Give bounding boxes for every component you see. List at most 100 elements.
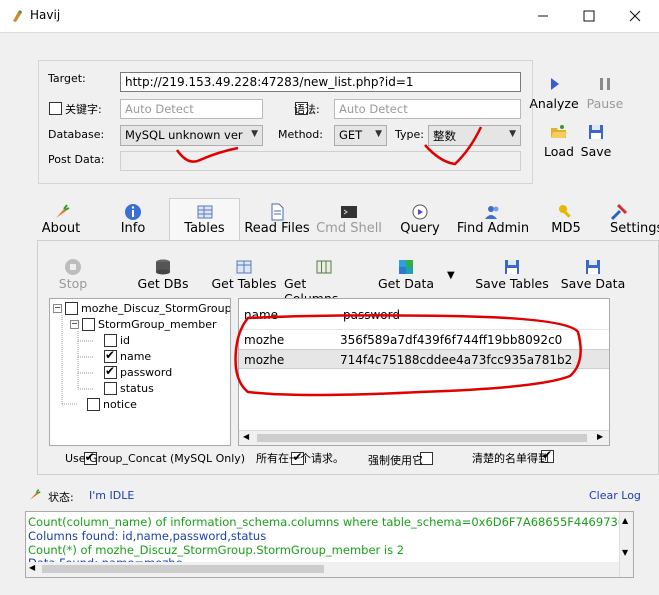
table-row[interactable]: mozhe 714f4c75188cddee4a73fcc935a781b2 [239,349,609,369]
get-tables-button[interactable]: Get Tables [208,258,280,291]
minimize-button[interactable] [520,0,566,32]
tree-node-column[interactable]: id [104,334,130,347]
tab-cmd-shell[interactable]: Cmd Shell [316,198,382,240]
tab-find-admin[interactable]: Find Admin [455,198,531,240]
collapse-icon[interactable]: − [53,304,62,313]
target-label: Target: [48,72,86,85]
tree-checkbox[interactable] [87,398,100,411]
tree-checkbox[interactable] [104,334,117,347]
maximize-button[interactable] [566,0,612,32]
tree-checkbox[interactable] [65,302,78,315]
pause-label: Pause [586,96,624,111]
get-data-dropdown-icon[interactable]: ▼ [447,270,455,281]
database-select-value: MySQL unknown ver [125,128,243,142]
analyze-label: Analyze [529,96,579,111]
tree-checkbox[interactable] [104,382,117,395]
tab-read-files-label: Read Files [244,221,310,236]
table-icon [197,205,212,219]
database-icon [156,259,170,275]
tree-node-column[interactable]: status [104,382,154,395]
tab-find-admin-label: Find Admin [456,221,530,236]
chevron-down-icon: ▼ [509,129,516,139]
main-tab-bar: About Info Tables Read Files Cmd Shell Q… [37,198,659,240]
syntax-input[interactable]: Auto Detect [334,99,521,119]
tools-icon [610,203,628,221]
log-horizontal-scrollbar[interactable]: ◀ [26,562,619,577]
keyword-checkbox[interactable] [49,102,62,115]
get-dbs-button[interactable]: Get DBs [134,258,192,291]
tab-query-label: Query [400,221,440,236]
tree-node-label: id [120,334,131,347]
get-tables-label: Get Tables [211,276,277,291]
keyword-input[interactable]: Auto Detect [120,99,263,119]
tab-md5[interactable]: MD5 [544,198,588,240]
tab-settings[interactable]: Settings [610,198,659,240]
scroll-left-icon[interactable]: ◀ [29,563,35,572]
info-icon [125,204,141,220]
tree-node-label: StormGroup_member [98,318,217,331]
terminal-icon [341,206,357,218]
tree-node-table[interactable]: notice [87,398,137,411]
type-select[interactable]: 整数 ▼ [428,125,521,146]
scroll-down-icon[interactable]: ▼ [622,548,628,557]
tree-checkbox[interactable] [104,348,117,363]
tab-query[interactable]: Query [395,198,445,240]
tab-read-files[interactable]: Read Files [242,198,312,240]
tab-settings-label: Settings [610,221,659,236]
get-dbs-label: Get DBs [137,276,189,291]
tree-checkbox[interactable] [104,364,117,379]
scrollbar-thumb[interactable] [257,434,587,442]
tab-about[interactable]: About [37,198,85,240]
log-vertical-scrollbar[interactable]: ▲ ▼ [619,512,633,577]
scroll-left-icon[interactable]: ◀ [243,432,249,441]
scroll-right-icon[interactable]: ▶ [597,432,603,441]
force-label: 强制使用它 [368,454,423,467]
data-grid[interactable]: name password mozhe 356f589a7df439f6f744… [238,298,610,446]
close-button[interactable] [612,0,658,32]
pause-button[interactable]: Pause [584,75,626,111]
postdata-input[interactable] [120,151,521,171]
clear-log-link[interactable]: Clear Log [589,489,641,502]
method-select[interactable]: GET ▼ [334,125,387,146]
pause-icon [600,78,610,90]
tab-info[interactable]: Info [109,198,157,240]
tree-node-table[interactable]: − StormGroup_member [70,318,217,331]
database-select[interactable]: MySQL unknown ver ▼ [120,125,263,146]
save-label: Save [580,144,612,159]
save-tables-button[interactable]: Save Tables [474,258,550,291]
get-data-button[interactable]: Get Data [376,258,436,291]
stop-button[interactable]: Stop [52,258,94,291]
analyze-button[interactable]: Analyze [529,75,579,111]
type-label: Type: [395,128,424,141]
keyword-label: 关键字: [65,103,102,116]
tree-checkbox[interactable] [82,318,95,331]
floppy-disk-icon [589,125,603,139]
scrollbar-thumb[interactable] [42,565,324,573]
tab-info-label: Info [120,221,146,236]
log-output[interactable]: Count(column_name) of information_schema… [25,511,634,578]
havij-app-icon [13,10,22,22]
scroll-up-icon[interactable]: ▲ [622,516,628,525]
grid-cell: mozhe [244,353,285,367]
tree-node-label: status [120,382,154,395]
chevron-down-icon: ▼ [251,129,258,139]
db-tree-view[interactable]: − mozhe_Discuz_StormGroup − StormGroup_m… [49,298,231,446]
type-select-value: 整数 [433,129,456,143]
columns-icon [316,260,332,274]
target-url-input[interactable]: http://219.153.49.228:47283/new_list.php… [120,72,521,92]
tree-node-database[interactable]: − mozhe_Discuz_StormGroup [53,302,230,315]
horizontal-scrollbar[interactable]: ◀ ▶ [239,430,609,445]
tab-about-label: About [41,221,81,236]
carrot-icon [30,489,41,500]
table-row[interactable]: mozhe 356f589a7df439f6f744ff19bb8092c0 [239,329,609,349]
collapse-icon[interactable]: − [70,320,79,329]
save-button[interactable]: Save [580,123,612,159]
tab-tables[interactable]: Tables [169,198,240,240]
load-button[interactable]: Load [540,123,578,159]
save-data-button[interactable]: Save Data [560,258,626,291]
tree-node-column[interactable]: password [104,364,173,379]
tree-node-column[interactable]: name [104,348,152,363]
tree-node-label: password [120,366,173,379]
minimize-icon [538,15,548,17]
tree-node-label: name [120,350,152,363]
